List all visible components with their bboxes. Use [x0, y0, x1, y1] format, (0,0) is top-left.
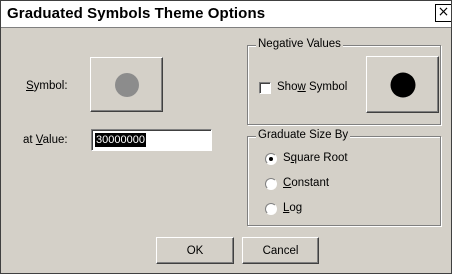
at-value-input[interactable]: 30000000	[91, 129, 212, 151]
show-symbol-label[interactable]: Show Symbol	[277, 81, 347, 93]
cancel-button[interactable]: Cancel	[242, 237, 319, 264]
square-root-label[interactable]: Square Root	[283, 152, 348, 164]
symbol-label: Symbol:	[26, 80, 68, 92]
cancel-button-label: Cancel	[262, 244, 299, 257]
dialog-title: Graduated Symbols Theme Options	[7, 5, 266, 22]
symbol-swatch	[114, 72, 139, 97]
graduated-symbols-dialog: Graduated Symbols Theme Options × Symbol…	[0, 0, 452, 274]
negative-symbol-swatch	[390, 72, 415, 97]
title-separator	[1, 27, 451, 28]
ok-button-label: OK	[186, 244, 204, 257]
close-icon: ×	[437, 4, 450, 20]
at-value-text: 30000000	[95, 133, 146, 147]
symbol-style-button[interactable]	[90, 57, 163, 112]
ok-button[interactable]: OK	[156, 237, 234, 264]
square-root-radio[interactable]	[265, 153, 277, 165]
constant-radio[interactable]	[265, 178, 277, 190]
show-symbol-checkbox[interactable]	[259, 82, 271, 94]
log-label[interactable]: Log	[283, 202, 302, 214]
title-bar: Graduated Symbols Theme Options ×	[1, 1, 451, 27]
log-radio[interactable]	[265, 203, 277, 215]
constant-label[interactable]: Constant	[283, 177, 329, 189]
negative-symbol-button[interactable]	[366, 56, 439, 113]
negative-values-title: Negative Values	[256, 38, 343, 50]
graduate-size-title: Graduate Size By	[256, 129, 351, 141]
at-value-label: at Value:	[23, 134, 68, 146]
close-button[interactable]: ×	[435, 4, 451, 22]
